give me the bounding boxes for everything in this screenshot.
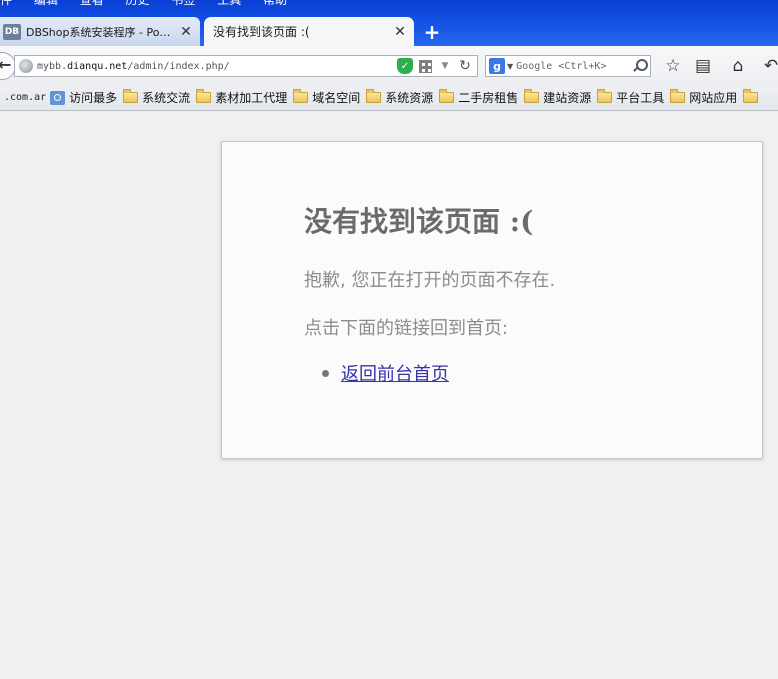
dbshop-favicon-icon: DB (3, 23, 21, 40)
globe-icon (19, 59, 33, 73)
folder-icon (743, 89, 759, 103)
bookmark-most-visited[interactable]: 访问最多 (50, 89, 117, 106)
menu-bar-remnant: 件 编辑 查看 历史 书签 工具 帮助 (0, 0, 305, 7)
folder-icon (670, 89, 686, 103)
search-input[interactable]: Google <Ctrl+K> (516, 61, 631, 72)
address-bar[interactable]: mybb.dianqu.net/admin/index.php/ ✓ ▼ ↻ (14, 55, 478, 77)
new-tab-button[interactable]: + (420, 20, 444, 44)
menu-item-help[interactable]: 帮助 (263, 0, 287, 7)
close-tab-icon[interactable]: ✕ (392, 24, 408, 40)
navigation-toolbar: mybb.dianqu.net/admin/index.php/ ✓ ▼ ↻ g… (0, 46, 778, 85)
link-list: 返回前台首页 (322, 360, 449, 386)
bookmark-folder-system-exchange[interactable]: 系统交流 (123, 89, 190, 106)
close-tab-icon[interactable]: ✕ (178, 24, 194, 40)
undo-arrow-icon[interactable]: ↶ (760, 56, 778, 76)
qr-code-icon[interactable] (417, 58, 433, 74)
back-to-home-link[interactable]: 返回前台首页 (341, 360, 449, 386)
bookmark-folder-platform-tools[interactable]: 平台工具 (597, 89, 664, 106)
hint-text: 点击下面的链接回到首页: (304, 318, 509, 339)
folder-icon (524, 89, 540, 103)
menu-item-bookmarks[interactable]: 书签 (171, 0, 195, 7)
menu-item-tools[interactable]: 工具 (217, 0, 241, 7)
folder-icon (123, 89, 139, 103)
bookmark-folder-domain-hosting[interactable]: 域名空间 (293, 89, 360, 106)
folder-icon (196, 89, 212, 103)
reload-icon[interactable]: ↻ (457, 58, 473, 74)
menu-item-edit[interactable]: 编辑 (34, 0, 58, 7)
bookmark-clipped[interactable]: .com.ar (4, 92, 46, 103)
menu-item-history[interactable]: 历史 (126, 0, 150, 7)
home-icon[interactable]: ⌂ (727, 56, 749, 76)
browser-titlebar: 件 编辑 查看 历史 书签 工具 帮助 DB DBShop系统安装程序 - Po… (0, 0, 778, 46)
tab-title: 没有找到该页面 :( (213, 25, 310, 39)
search-icon[interactable] (631, 58, 648, 74)
tab-page-not-found[interactable]: 没有找到该页面 :( ✕ (204, 17, 414, 46)
error-card: 没有找到该页面 :( 抱歉, 您正在打开的页面不存在. 点击下面的链接回到首页:… (221, 141, 763, 459)
bookmarks-toolbar: .com.ar 访问最多 系统交流 素材加工代理 域名空间 系统资源 二手房租售… (0, 85, 778, 111)
most-visited-icon (50, 90, 66, 105)
page-title: 没有找到该页面 :( (304, 205, 534, 238)
folder-icon (597, 89, 613, 103)
url-domain: dianqu.net (67, 60, 128, 72)
google-icon[interactable]: g (489, 58, 505, 74)
list-item: 返回前台首页 (322, 360, 449, 386)
bookmark-folder-clipped[interactable] (743, 89, 762, 103)
folder-icon (366, 89, 382, 103)
bookmarks-menu-icon[interactable]: ▤ (692, 56, 714, 76)
bookmark-folder-material-agency[interactable]: 素材加工代理 (196, 89, 287, 106)
bookmark-folder-system-resources[interactable]: 系统资源 (366, 89, 433, 106)
shield-icon[interactable]: ✓ (397, 58, 413, 74)
url-text[interactable]: mybb.dianqu.net/admin/index.php/ (37, 61, 397, 72)
bookmark-folder-web-apps[interactable]: 网站应用 (670, 89, 737, 106)
error-message: 抱歉, 您正在打开的页面不存在. (304, 270, 556, 291)
engine-dropdown-icon[interactable]: ▼ (507, 62, 513, 71)
folder-icon (293, 89, 309, 103)
bookmark-folder-site-resources[interactable]: 建站资源 (524, 89, 591, 106)
menu-item-file[interactable]: 件 (0, 0, 12, 7)
tab-dbshop-install[interactable]: DB DBShop系统安装程序 - Po… ✕ (0, 17, 200, 46)
bookmark-star-icon[interactable]: ☆ (662, 56, 684, 76)
chevron-down-icon[interactable]: ▼ (437, 58, 453, 74)
folder-icon (439, 89, 455, 103)
bullet-icon (322, 369, 329, 377)
menu-item-view[interactable]: 查看 (80, 0, 104, 7)
bookmark-folder-second-hand-housing[interactable]: 二手房租售 (439, 89, 518, 106)
search-bar[interactable]: g ▼ Google <Ctrl+K> (485, 55, 651, 77)
tab-title: DBShop系统安装程序 - Po… (26, 25, 171, 39)
